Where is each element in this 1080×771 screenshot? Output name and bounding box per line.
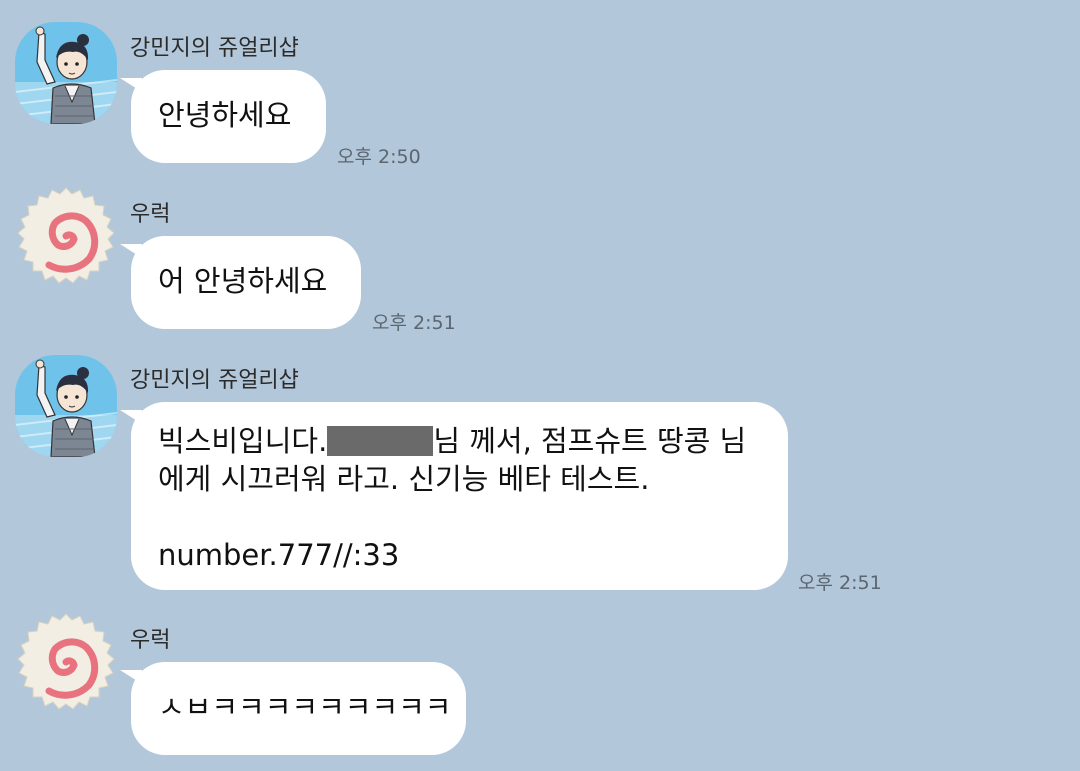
redacted-name — [327, 426, 434, 456]
message-text-line1-start: 빅스비입니다. — [158, 424, 328, 458]
message-text: 빅스비입니다. 님 께서, 점프슈트 땅콩 님 — [158, 422, 768, 460]
profile-avatar[interactable] — [15, 186, 117, 288]
sender-name: 강민지의 쥬얼리샵 — [130, 36, 299, 61]
message-text-blank — [158, 498, 768, 536]
message-bubble[interactable]: ㅅㅂㅋㅋㅋㅋㅋㅋㅋㅋㅋ — [120, 662, 466, 755]
message-time: 오후 2:51 — [372, 312, 456, 334]
message-text: ㅅㅂㅋㅋㅋㅋㅋㅋㅋㅋㅋ — [158, 690, 452, 724]
message-bubble[interactable]: 안녕하세요 — [120, 70, 326, 163]
message-time: 오후 2:51 — [798, 572, 882, 594]
boy-character-icon — [15, 22, 117, 124]
message-text: 안녕하세요 — [158, 98, 292, 132]
profile-avatar[interactable] — [15, 22, 117, 124]
bubble-tail — [120, 244, 142, 258]
message-text-line3: number.777//:33 — [158, 538, 400, 572]
message-bubble[interactable]: 어 안녕하세요 — [120, 236, 361, 329]
sender-name: 우럭 — [130, 628, 171, 653]
narutomaki-icon — [17, 613, 115, 710]
message-text-line1-end: 님 께서, 점프슈트 땅콩 님 — [433, 424, 747, 458]
message-text-line2: 에게 시끄러워 라고. 신기능 베타 테스트. — [158, 462, 650, 496]
bubble-tail — [120, 78, 142, 92]
profile-avatar[interactable] — [15, 355, 117, 457]
sender-name: 우럭 — [130, 202, 171, 227]
message-text: 어 안녕하세요 — [158, 264, 328, 298]
bubble-tail — [120, 410, 142, 424]
narutomaki-icon — [17, 187, 115, 284]
profile-avatar[interactable] — [15, 612, 117, 714]
message-time: 오후 2:50 — [337, 146, 421, 168]
message-bubble[interactable]: 빅스비입니다. 님 께서, 점프슈트 땅콩 님 에게 시끄러워 라고. 신기능 베… — [120, 402, 788, 590]
chat-room: 강민지의 쥬얼리샵 안녕하세요 오후 2:50 우럭 어 안녕하세요 오후 2:… — [0, 0, 1080, 771]
bubble-tail — [120, 670, 142, 684]
boy-character-icon — [15, 355, 117, 457]
sender-name: 강민지의 쥬얼리샵 — [130, 368, 299, 393]
